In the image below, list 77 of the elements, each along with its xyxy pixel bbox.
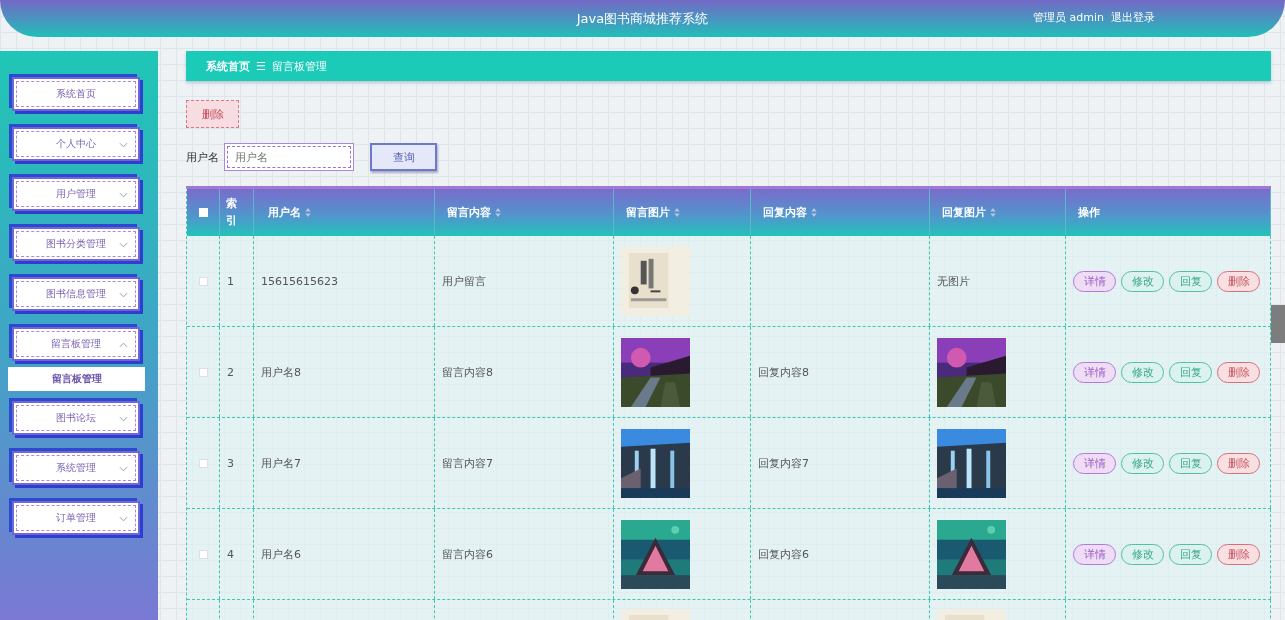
sort-icon[interactable] <box>495 208 501 217</box>
chevron-down-icon <box>119 292 128 298</box>
sort-icon[interactable] <box>811 208 817 217</box>
menu-item[interactable]: 个人中心 <box>12 127 140 161</box>
delete-button[interactable]: 删除 <box>1217 270 1260 292</box>
chevron-down-icon <box>119 142 128 148</box>
edit-button[interactable]: 修改 <box>1121 361 1164 383</box>
sort-icon[interactable] <box>305 208 311 217</box>
column-header: 索引 <box>220 189 254 236</box>
menu-item[interactable]: 系统管理 <box>12 451 140 485</box>
edit-button[interactable]: 修改 <box>1121 270 1164 292</box>
table-cell: 3 <box>227 456 234 470</box>
row-checkbox[interactable] <box>198 458 208 468</box>
table-cell: 用户名6 <box>261 546 301 562</box>
detail-button[interactable]: 详情 <box>1073 452 1116 474</box>
detail-button[interactable]: 详情 <box>1073 270 1116 292</box>
app-title: Java图书商城推荐系统 <box>576 9 709 28</box>
table-cell: 留言内容8 <box>442 364 493 380</box>
table-cell: 1 <box>227 274 234 288</box>
menu-item[interactable]: 图书分类管理 <box>12 227 140 261</box>
menu-item[interactable]: 图书论坛 <box>12 401 140 435</box>
reply-button[interactable]: 回复 <box>1169 361 1212 383</box>
menu-item[interactable]: 图书信息管理 <box>12 277 140 311</box>
select-all-checkbox[interactable] <box>198 208 208 217</box>
table-cell: 用户留言 <box>442 273 486 289</box>
column-header[interactable]: 留言内容 <box>435 189 614 236</box>
reply-button[interactable]: 回复 <box>1169 452 1212 474</box>
edit-button[interactable]: 修改 <box>1121 543 1164 565</box>
chevron-down-icon <box>119 192 128 198</box>
column-header[interactable]: 留言图片 <box>614 189 751 236</box>
column-header[interactable]: 回复内容 <box>751 189 930 236</box>
table-cell: 回复内容8 <box>758 364 809 380</box>
chevron-down-icon <box>119 466 128 472</box>
table-cell: 15615615623 <box>261 274 338 288</box>
menu-item[interactable]: 用户管理 <box>12 177 140 211</box>
table-cell: 4 <box>227 547 234 561</box>
table-cell: 回复内容6 <box>758 546 809 562</box>
menu-item[interactable]: 留言板管理 <box>12 327 140 361</box>
table-cell: 留言内容6 <box>442 546 493 562</box>
admin-label: 管理员 admin <box>1033 10 1104 25</box>
column-header[interactable]: 用户名 <box>254 189 435 236</box>
chevron-up-icon <box>119 342 128 348</box>
sort-icon[interactable] <box>674 208 680 217</box>
search-button[interactable]: 查询 <box>370 143 437 171</box>
reply-button[interactable]: 回复 <box>1169 270 1212 292</box>
table-cell: 留言内容7 <box>442 455 493 471</box>
sort-icon[interactable] <box>990 208 996 217</box>
logout-link[interactable]: 退出登录 <box>1110 10 1155 25</box>
reply-button[interactable]: 回复 <box>1169 543 1212 565</box>
row-checkbox[interactable] <box>198 549 208 559</box>
menu-item[interactable]: 系统首页 <box>12 77 140 111</box>
chevron-down-icon <box>119 416 128 422</box>
breadcrumb-link[interactable]: 系统首页 <box>206 58 250 74</box>
detail-button[interactable]: 详情 <box>1073 361 1116 383</box>
delete-button[interactable]: 删除 <box>186 100 239 128</box>
table-cell: 用户名8 <box>261 364 301 380</box>
column-header[interactable]: 回复图片 <box>930 189 1066 236</box>
row-checkbox[interactable] <box>198 276 208 286</box>
breadcrumb-separator: ☰ <box>256 59 266 73</box>
column-header: 操作 <box>1066 189 1271 236</box>
delete-button[interactable]: 删除 <box>1217 361 1260 383</box>
table-cell: 2 <box>227 365 234 379</box>
table-cell: 无图片 <box>937 273 970 289</box>
search-field[interactable]: 用户名 <box>224 143 354 171</box>
edit-button[interactable]: 修改 <box>1121 452 1164 474</box>
chevron-down-icon <box>119 242 128 248</box>
chevron-down-icon <box>119 516 128 522</box>
menu-item[interactable]: 订单管理 <box>12 501 140 535</box>
delete-button[interactable]: 删除 <box>1217 543 1260 565</box>
submenu-item[interactable]: 留言板管理 <box>8 367 145 391</box>
table-cell: 回复内容7 <box>758 455 809 471</box>
table-cell: 用户名7 <box>261 455 301 471</box>
breadcrumb-link[interactable]: 留言板管理 <box>271 58 327 74</box>
row-checkbox[interactable] <box>198 367 208 377</box>
delete-button[interactable]: 删除 <box>1217 452 1260 474</box>
search-label: 用户名 <box>186 149 219 165</box>
detail-button[interactable]: 详情 <box>1073 543 1116 565</box>
